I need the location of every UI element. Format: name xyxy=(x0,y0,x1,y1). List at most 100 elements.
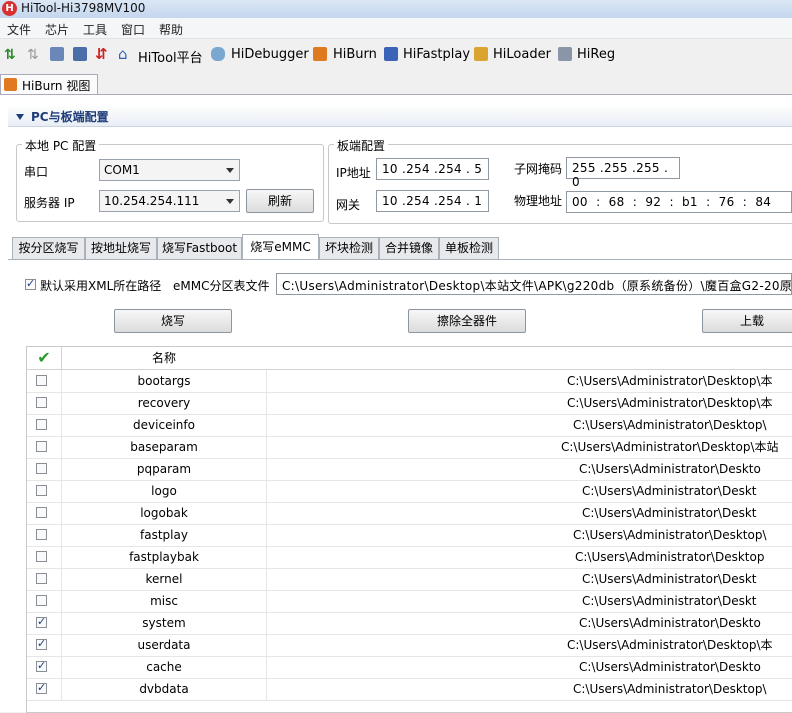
row-path[interactable]: C:\Users\Administrator\Desktop\ xyxy=(573,678,767,700)
row-path[interactable]: C:\Users\Administrator\Deskt xyxy=(582,568,757,590)
burn-button[interactable]: 烧写 xyxy=(114,309,232,333)
row-name: logo xyxy=(61,480,267,502)
disconnect-icon[interactable]: ⇅ xyxy=(27,47,39,63)
table-row[interactable]: logo C:\Users\Administrator\Deskt xyxy=(27,480,792,503)
row-path[interactable]: C:\Users\Administrator\Deskt xyxy=(582,480,757,502)
upload-button[interactable]: 上载 xyxy=(702,309,792,333)
table-row[interactable]: bootargs C:\Users\Administrator\Desktop\本 xyxy=(27,370,792,393)
toolbar-hidebugger[interactable]: HiDebugger xyxy=(231,47,309,62)
fastplay-icon[interactable] xyxy=(384,47,398,61)
table-row[interactable]: userdata C:\Users\Administrator\Desktop\本 xyxy=(27,634,792,657)
netmask-field[interactable]: 255 .255 .255 . 0 xyxy=(566,157,680,189)
menu-file[interactable]: 文件 xyxy=(7,21,31,38)
row-checkbox[interactable] xyxy=(36,659,47,672)
tab-badblock[interactable]: 坏块检测 xyxy=(319,237,379,259)
row-path[interactable]: C:\Users\Administrator\Desktop\ xyxy=(573,524,767,546)
table-row[interactable]: recovery C:\Users\Administrator\Desktop\本 xyxy=(27,392,792,415)
check-all-icon[interactable]: ✔ xyxy=(27,347,61,370)
tab-merge-image[interactable]: 合并镜像 xyxy=(379,237,439,259)
partition-file-field[interactable]: C:\Users\Administrator\Desktop\本站文件\APK\… xyxy=(276,273,792,295)
table-row[interactable]: cache C:\Users\Administrator\Deskto xyxy=(27,656,792,679)
tab-emmc-burn[interactable]: 烧写eMMC xyxy=(242,234,319,260)
row-checkbox[interactable] xyxy=(36,419,47,430)
table-row[interactable]: system C:\Users\Administrator\Deskto xyxy=(27,612,792,635)
row-checkbox[interactable] xyxy=(36,397,47,408)
row-path[interactable]: C:\Users\Administrator\Deskto xyxy=(579,458,761,480)
table-row[interactable]: deviceinfo C:\Users\Administrator\Desktop… xyxy=(27,414,792,437)
menu-tools[interactable]: 工具 xyxy=(83,21,107,38)
row-name: system xyxy=(61,612,267,634)
row-checkbox[interactable] xyxy=(36,681,47,694)
row-path[interactable]: C:\Users\Administrator\Deskto xyxy=(579,612,761,634)
row-checkbox[interactable] xyxy=(36,375,47,386)
mac-field[interactable]: 00 : 68 : 92 : b1 : 76 : 84 xyxy=(566,191,792,213)
server-ip-select[interactable]: 10.254.254.111 xyxy=(99,190,240,212)
table-row[interactable]: kernel C:\Users\Administrator\Deskt xyxy=(27,568,792,591)
tab-board-check[interactable]: 单板检测 xyxy=(439,237,499,259)
gateway-field[interactable]: 10 .254 .254 . 1 xyxy=(376,190,489,212)
tab-fastboot-burn[interactable]: 烧写Fastboot xyxy=(157,237,242,259)
section-header[interactable] xyxy=(8,106,792,127)
toolbar-hitool[interactable]: HiTool平台 xyxy=(138,47,203,66)
toolbar-hiloader[interactable]: HiLoader xyxy=(493,47,551,62)
collapse-icon[interactable] xyxy=(16,114,24,120)
tab-address-burn[interactable]: 按地址烧写 xyxy=(85,237,157,259)
debugger-icon[interactable] xyxy=(211,47,225,61)
row-checkbox[interactable] xyxy=(36,637,47,650)
erase-all-button[interactable]: 擦除全器件 xyxy=(408,309,526,333)
config-icon[interactable] xyxy=(50,47,64,61)
burn-view-icon xyxy=(4,78,17,91)
row-checkbox[interactable] xyxy=(36,551,47,562)
serial-select[interactable]: COM1 xyxy=(99,159,240,181)
table-row[interactable]: pqparam C:\Users\Administrator\Deskto xyxy=(27,458,792,481)
row-checkbox[interactable] xyxy=(36,595,47,606)
header-path[interactable] xyxy=(266,347,792,370)
toolbar-hiburn[interactable]: HiBurn xyxy=(333,47,377,62)
row-path[interactable]: C:\Users\Administrator\Desktop\本 xyxy=(567,370,773,392)
toolbar-hifastplay[interactable]: HiFastplay xyxy=(403,47,470,62)
table-row[interactable]: fastplay C:\Users\Administrator\Desktop\ xyxy=(27,524,792,547)
row-path[interactable]: C:\Users\Administrator\Deskt xyxy=(582,502,757,524)
row-checkbox[interactable] xyxy=(36,441,47,452)
header-name[interactable]: 名称 xyxy=(61,347,267,370)
menu-window[interactable]: 窗口 xyxy=(121,21,145,38)
transfer-icon[interactable]: ⇵ xyxy=(95,45,108,63)
refresh-button[interactable]: 刷新 xyxy=(246,189,314,213)
row-path[interactable]: C:\Users\Administrator\Desktop\本站 xyxy=(561,436,779,458)
use-xml-path-checkbox[interactable] xyxy=(25,277,36,290)
table-row[interactable]: baseparam C:\Users\Administrator\Desktop\… xyxy=(27,436,792,459)
table-row[interactable]: dvbdata C:\Users\Administrator\Desktop\ xyxy=(27,678,792,701)
serial-value: COM1 xyxy=(104,163,140,177)
table-body: bootargs C:\Users\Administrator\Desktop\本… xyxy=(27,370,792,710)
menu-chip[interactable]: 芯片 xyxy=(45,21,69,38)
home-icon[interactable]: ⌂ xyxy=(118,45,128,63)
row-name: dvbdata xyxy=(61,678,267,700)
reg-icon[interactable] xyxy=(558,47,572,61)
row-path[interactable]: C:\Users\Administrator\Desktop\ xyxy=(573,414,767,436)
row-checkbox[interactable] xyxy=(36,485,47,496)
row-checkbox[interactable] xyxy=(36,573,47,584)
row-checkbox[interactable] xyxy=(36,463,47,474)
burn-icon[interactable] xyxy=(313,47,327,61)
toolbar-hireg[interactable]: HiReg xyxy=(577,47,615,62)
row-path[interactable]: C:\Users\Administrator\Desktop xyxy=(575,546,764,568)
row-checkbox[interactable] xyxy=(36,507,47,518)
row-path[interactable]: C:\Users\Administrator\Desktop\本 xyxy=(567,392,773,414)
menu-help[interactable]: 帮助 xyxy=(159,21,183,38)
app-icon: H xyxy=(2,1,17,16)
ip-field[interactable]: 10 .254 .254 . 5 xyxy=(376,158,489,180)
table-row[interactable]: misc C:\Users\Administrator\Deskt xyxy=(27,590,792,613)
row-path[interactable]: C:\Users\Administrator\Deskto xyxy=(579,656,761,678)
connect-icon[interactable]: ⇅ xyxy=(4,47,16,63)
row-name: fastplaybak xyxy=(61,546,267,568)
loader-icon[interactable] xyxy=(474,47,488,61)
tab-partition-burn[interactable]: 按分区烧写 xyxy=(12,237,85,259)
row-path[interactable]: C:\Users\Administrator\Desktop\本 xyxy=(567,634,773,656)
row-checkbox[interactable] xyxy=(36,615,47,628)
row-path[interactable]: C:\Users\Administrator\Deskt xyxy=(582,590,757,612)
row-name: recovery xyxy=(61,392,267,414)
terminal-icon[interactable] xyxy=(73,47,87,61)
table-row[interactable]: fastplaybak C:\Users\Administrator\Deskto… xyxy=(27,546,792,569)
row-checkbox[interactable] xyxy=(36,529,47,540)
table-row[interactable]: logobak C:\Users\Administrator\Deskt xyxy=(27,502,792,525)
